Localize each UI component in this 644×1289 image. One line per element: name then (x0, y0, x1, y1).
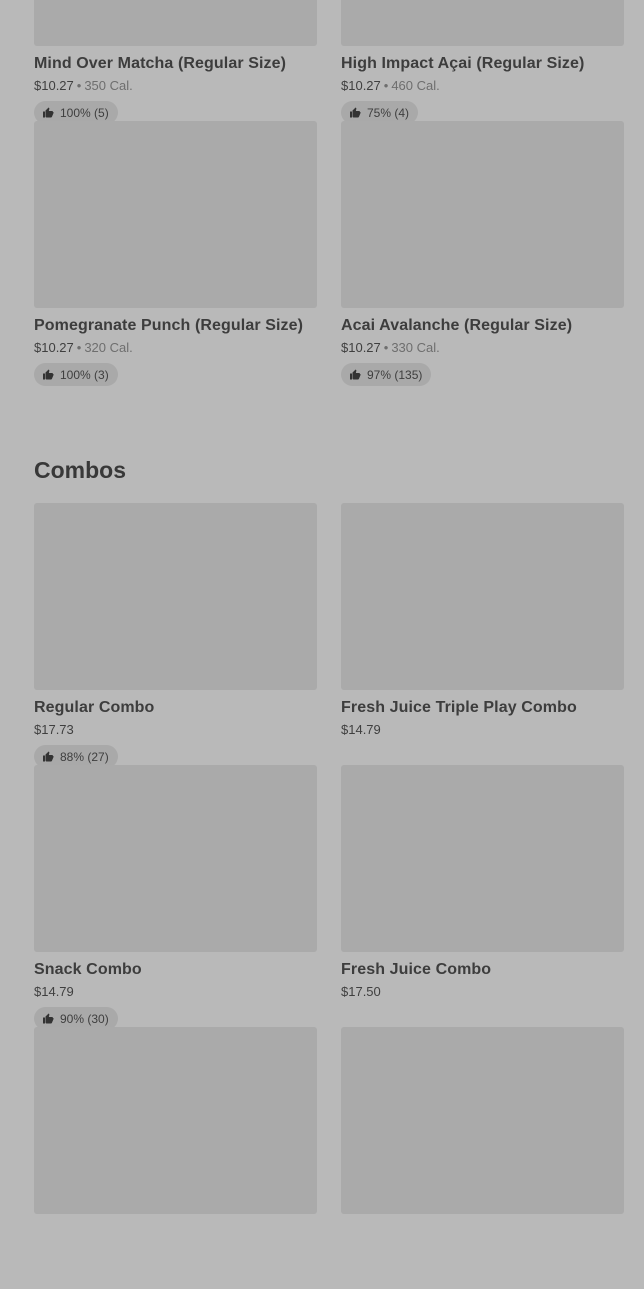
item-image[interactable] (341, 503, 624, 690)
menu-item-card[interactable]: Snack Combo $14.79 90% (30) (34, 765, 317, 1030)
menu-item-card[interactable]: Regular Combo $17.73 88% (27) (34, 503, 317, 768)
thumbs-up-icon (350, 369, 361, 379)
item-price: $10.27 (341, 340, 381, 355)
item-meta: $14.79 (341, 721, 624, 739)
item-meta: $10.27 • 350 Cal. (34, 77, 317, 95)
thumbs-up-icon (43, 1013, 54, 1023)
menu-item-card[interactable]: Fresh Juice Combo $17.50 (341, 765, 624, 1027)
rating-badge: 97% (135) (341, 363, 432, 386)
item-meta: $17.73 (34, 721, 317, 739)
menu-item-card[interactable] (34, 1027, 317, 1289)
rating-value: 90% (30) (60, 1011, 109, 1026)
thumbs-up-icon (43, 751, 54, 761)
rating-value: 100% (3) (60, 367, 109, 382)
item-image[interactable] (34, 121, 317, 308)
item-image[interactable] (34, 0, 317, 46)
item-title: Snack Combo (34, 961, 142, 978)
item-meta: $10.27 • 330 Cal. (341, 339, 624, 357)
thumbs-up-icon (43, 369, 54, 379)
menu-item-card[interactable]: High Impact Açai (Regular Size) $10.27 • 4… (341, 0, 624, 124)
item-image[interactable] (34, 1027, 317, 1214)
separator: • (76, 78, 82, 93)
rating-value: 97% (135) (367, 367, 423, 382)
item-calories: 460 Cal. (391, 78, 440, 93)
item-meta: $10.27 • 460 Cal. (341, 77, 624, 95)
rating-badge: 100% (3) (34, 363, 118, 386)
item-title: Acai Avalanche (Regular Size) (341, 317, 573, 334)
item-image[interactable] (341, 1027, 624, 1214)
item-title: Fresh Juice Triple Play Combo (341, 699, 577, 716)
menu-item-card[interactable]: Mind Over Matcha (Regular Size) $10.27 • 3… (34, 0, 317, 124)
item-meta: $14.79 (34, 983, 317, 1001)
item-price: $14.79 (34, 984, 74, 999)
item-price: $14.79 (341, 722, 381, 737)
separator: • (383, 340, 389, 355)
item-image[interactable] (341, 121, 624, 308)
item-meta: $17.50 (341, 983, 624, 1001)
rating-value: 75% (4) (367, 105, 410, 120)
menu-item-card[interactable] (341, 1027, 624, 1289)
item-image[interactable] (34, 503, 317, 690)
item-price: $17.73 (34, 722, 74, 737)
item-title: Fresh Juice Combo (341, 961, 492, 978)
item-image[interactable] (341, 765, 624, 952)
item-image[interactable] (34, 765, 317, 952)
menu-page: Mind Over Matcha (Regular Size) $10.27 • 3… (0, 0, 644, 1214)
menu-item-card[interactable]: Pomegranate Punch (Regular Size) $10.27 •… (34, 121, 317, 386)
item-price: $10.27 (34, 340, 74, 355)
thumbs-up-icon (350, 107, 361, 117)
rating-value: 100% (5) (60, 105, 109, 120)
item-title: Regular Combo (34, 699, 155, 716)
item-meta: $10.27 • 320 Cal. (34, 339, 317, 357)
thumbs-up-icon (43, 107, 54, 117)
item-price: $17.50 (341, 984, 381, 999)
item-price: $10.27 (34, 78, 74, 93)
item-title: Pomegranate Punch (Regular Size) (34, 317, 304, 334)
item-calories: 320 Cal. (84, 340, 133, 355)
item-calories: 330 Cal. (391, 340, 440, 355)
item-image[interactable] (341, 0, 624, 46)
item-title: Mind Over Matcha (Regular Size) (34, 55, 287, 72)
rating-value: 88% (27) (60, 749, 109, 764)
menu-item-card[interactable]: Fresh Juice Triple Play Combo $14.79 (341, 503, 624, 765)
separator: • (383, 78, 389, 93)
menu-item-card[interactable]: Acai Avalanche (Regular Size) $10.27 • 330… (341, 121, 624, 386)
smoothie-grid: Mind Over Matcha (Regular Size) $10.27 • 3… (34, 0, 624, 386)
combos-grid: Regular Combo $17.73 88% (27) Fresh Juic… (34, 503, 624, 1289)
separator: • (76, 340, 82, 355)
item-price: $10.27 (341, 78, 381, 93)
section-title-combos: Combos (34, 457, 126, 483)
item-title: High Impact Açai (Regular Size) (341, 55, 585, 72)
item-calories: 350 Cal. (84, 78, 133, 93)
